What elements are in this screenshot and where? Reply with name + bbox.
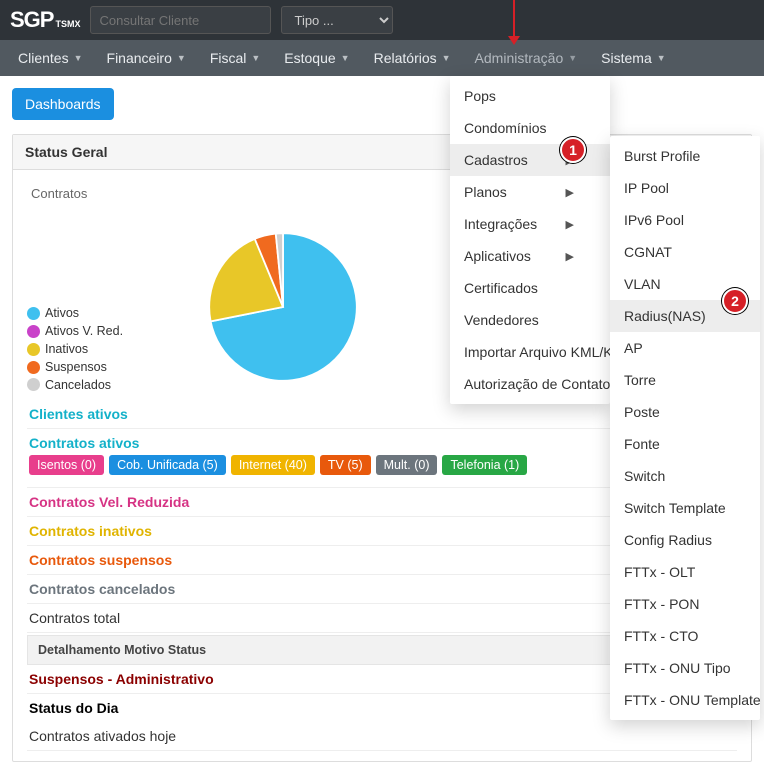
- dashboards-button[interactable]: Dashboards: [12, 88, 114, 120]
- cadastros-item[interactable]: IP Pool: [610, 172, 760, 204]
- legend-dot-icon: [27, 378, 40, 391]
- cadastros-item[interactable]: Torre: [610, 364, 760, 396]
- menu-relatórios[interactable]: Relatórios▼: [362, 40, 463, 76]
- cadastros-item[interactable]: FTTx - CTO: [610, 620, 760, 652]
- chevron-right-icon: ▶: [566, 186, 574, 199]
- legend-item: Ativos: [27, 305, 123, 322]
- caret-down-icon: ▼: [657, 53, 666, 63]
- legend-item: Suspensos: [27, 359, 123, 376]
- legend-dot-icon: [27, 343, 40, 356]
- cadastros-item[interactable]: Config Radius: [610, 524, 760, 556]
- cadastros-item[interactable]: Burst Profile: [610, 140, 760, 172]
- menu-administração[interactable]: Administração▼: [463, 40, 590, 76]
- annotation-arrow: [508, 0, 520, 45]
- cadastros-item[interactable]: Switch: [610, 460, 760, 492]
- filter-tag[interactable]: Isentos (0): [29, 455, 104, 475]
- callout-1: 1: [560, 137, 586, 163]
- caret-down-icon: ▼: [74, 53, 83, 63]
- menu-estoque[interactable]: Estoque▼: [272, 40, 361, 76]
- cadastros-item[interactable]: Poste: [610, 396, 760, 428]
- admin-item[interactable]: Certificados: [450, 272, 610, 304]
- admin-item[interactable]: Cadastros▶: [450, 144, 610, 176]
- callout-2: 2: [722, 288, 748, 314]
- pie-chart: [193, 217, 373, 400]
- admin-item[interactable]: Importar Arquivo KML/KMZ: [450, 336, 610, 368]
- admin-item[interactable]: Integrações▶: [450, 208, 610, 240]
- filter-tag[interactable]: Mult. (0): [376, 455, 438, 475]
- logo: SGP TSMX: [10, 7, 80, 33]
- caret-down-icon: ▼: [442, 53, 451, 63]
- menu-financeiro[interactable]: Financeiro▼: [95, 40, 198, 76]
- chevron-right-icon: ▶: [566, 250, 574, 263]
- menubar: Clientes▼Financeiro▼Fiscal▼Estoque▼Relat…: [0, 40, 764, 76]
- chart-legend: AtivosAtivos V. Red.InativosSuspensosCan…: [27, 305, 123, 394]
- chevron-right-icon: ▶: [566, 218, 574, 231]
- cadastros-item[interactable]: FTTx - PON: [610, 588, 760, 620]
- cadastros-item[interactable]: IPv6 Pool: [610, 204, 760, 236]
- logo-main: SGP: [10, 7, 53, 33]
- filter-tag[interactable]: Internet (40): [231, 455, 315, 475]
- topbar: SGP TSMX Tipo ...: [0, 0, 764, 40]
- cadastros-item[interactable]: CGNAT: [610, 236, 760, 268]
- tipo-select[interactable]: Tipo ...: [281, 6, 393, 34]
- cadastros-item[interactable]: Switch Template: [610, 492, 760, 524]
- caret-down-icon: ▼: [177, 53, 186, 63]
- cadastros-item[interactable]: FTTx - ONU Tipo: [610, 652, 760, 684]
- search-input[interactable]: [90, 6, 271, 34]
- legend-dot-icon: [27, 325, 40, 338]
- admin-item[interactable]: Autorização de Contato: [450, 368, 610, 400]
- stat-row: Contratos ativados hoje: [27, 722, 737, 751]
- admin-dropdown: PopsCondomíniosCadastros▶Planos▶Integraç…: [450, 76, 610, 404]
- admin-item[interactable]: Planos▶: [450, 176, 610, 208]
- caret-down-icon: ▼: [568, 53, 577, 63]
- menu-clientes[interactable]: Clientes▼: [6, 40, 95, 76]
- cadastros-item[interactable]: FTTx - OLT: [610, 556, 760, 588]
- caret-down-icon: ▼: [341, 53, 350, 63]
- menu-sistema[interactable]: Sistema▼: [589, 40, 678, 76]
- admin-item[interactable]: Condomínios: [450, 112, 610, 144]
- filter-tag[interactable]: Cob. Unificada (5): [109, 455, 226, 475]
- legend-dot-icon: [27, 361, 40, 374]
- legend-item: Inativos: [27, 341, 123, 358]
- filter-tag[interactable]: TV (5): [320, 455, 371, 475]
- admin-item[interactable]: Pops: [450, 80, 610, 112]
- cadastros-dropdown: Burst ProfileIP PoolIPv6 PoolCGNATVLANRa…: [610, 136, 760, 720]
- filter-tag[interactable]: Telefonia (1): [442, 455, 527, 475]
- menu-fiscal[interactable]: Fiscal▼: [198, 40, 272, 76]
- cadastros-item[interactable]: FTTx - ONU Template: [610, 684, 760, 716]
- legend-item: Cancelados: [27, 377, 123, 394]
- legend-item: Ativos V. Red.: [27, 323, 123, 340]
- legend-dot-icon: [27, 307, 40, 320]
- caret-down-icon: ▼: [251, 53, 260, 63]
- admin-item[interactable]: Aplicativos▶: [450, 240, 610, 272]
- cadastros-item[interactable]: Fonte: [610, 428, 760, 460]
- logo-sub: TSMX: [55, 19, 80, 29]
- cadastros-item[interactable]: AP: [610, 332, 760, 364]
- admin-item[interactable]: Vendedores: [450, 304, 610, 336]
